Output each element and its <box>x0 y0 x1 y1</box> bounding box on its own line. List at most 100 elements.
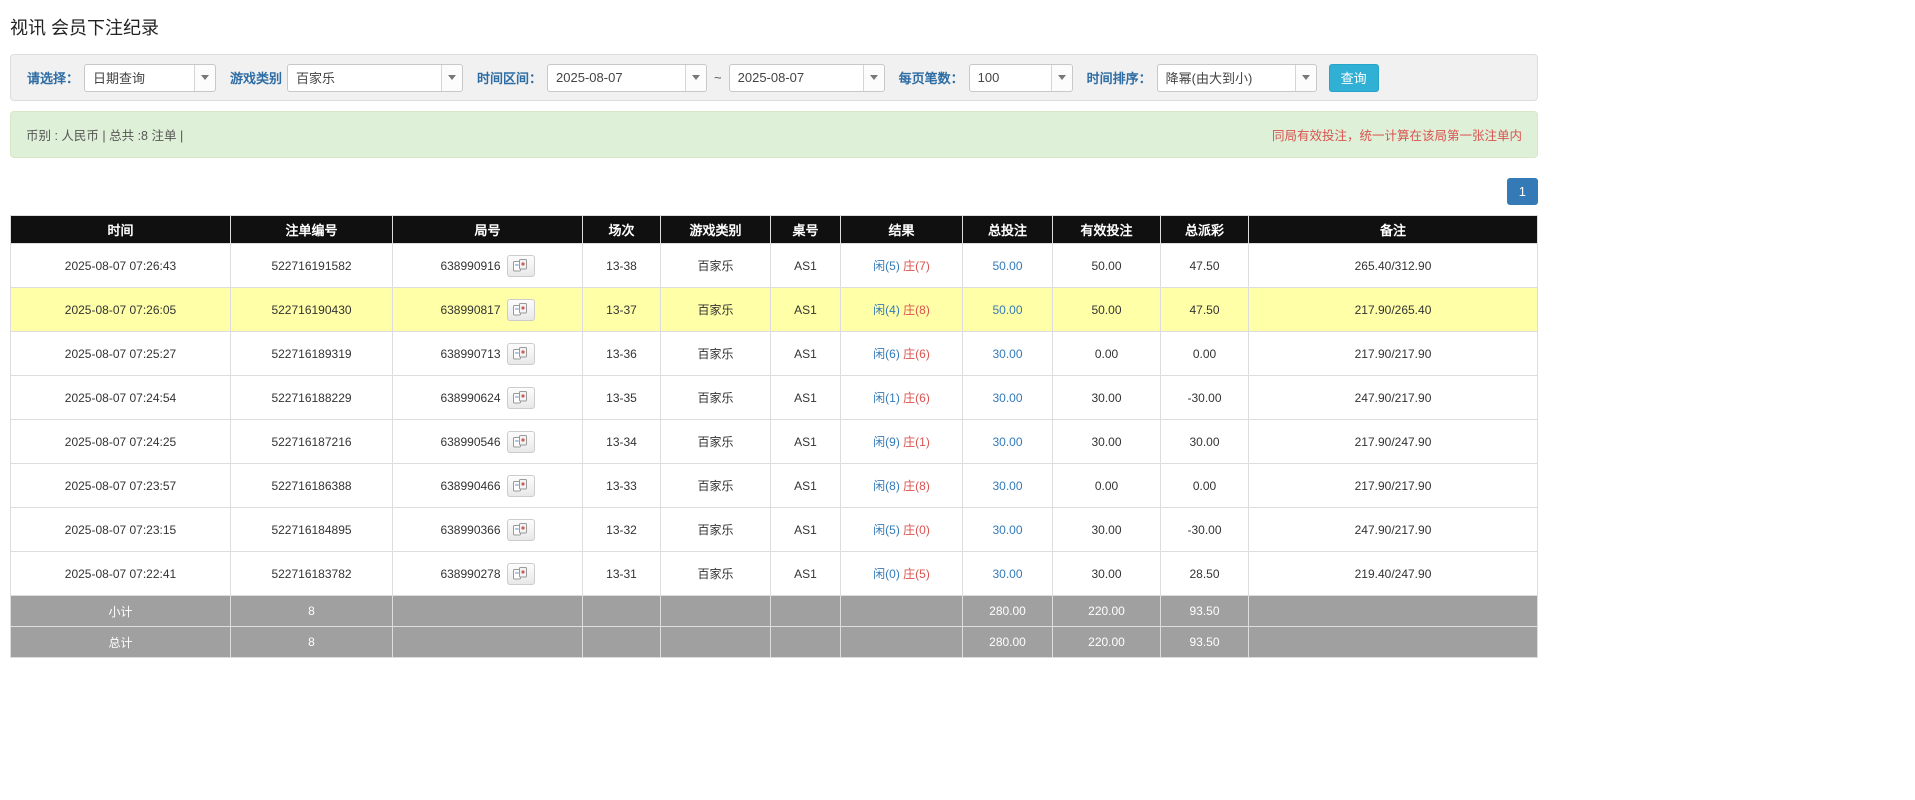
round-result-button[interactable] <box>507 431 535 453</box>
table-number-cell: AS1 <box>771 508 841 552</box>
time-cell: 2025-08-07 07:23:57 <box>11 464 231 508</box>
table-row: 2025-08-07 07:22:41 522716183782 6389902… <box>11 552 1538 596</box>
round-cell: 638990624 <box>393 376 583 420</box>
game-type-cell: 百家乐 <box>661 244 771 288</box>
column-header: 总派彩 <box>1161 216 1249 244</box>
round-cell: 638990916 <box>393 244 583 288</box>
payout-cell: 0.00 <box>1161 464 1249 508</box>
sort-order-label: 时间排序： <box>1087 68 1152 87</box>
currency-total-text: 币别 : 人民币 | 总共 :8 注单 | <box>26 125 183 144</box>
banker-result: 庄(6) <box>903 347 930 361</box>
round-cell: 638990366 <box>393 508 583 552</box>
summary-empty-round <box>393 596 583 627</box>
bet-id-cell: 522716189319 <box>231 332 393 376</box>
total-bet-link[interactable]: 30.00 <box>992 435 1022 449</box>
table-row: 2025-08-07 07:26:05 522716190430 6389908… <box>11 288 1538 332</box>
total-bet-cell: 30.00 <box>963 376 1053 420</box>
chevron-down-icon[interactable] <box>194 65 215 91</box>
summary-valid-bet: 220.00 <box>1053 627 1161 658</box>
total-bet-cell: 50.00 <box>963 288 1053 332</box>
chevron-down-icon[interactable] <box>863 65 884 91</box>
banker-result: 庄(6) <box>903 391 930 405</box>
total-bet-link[interactable]: 30.00 <box>992 567 1022 581</box>
pagination-page-1[interactable]: 1 <box>1507 178 1538 205</box>
round-number: 638990466 <box>440 479 500 493</box>
table-number-cell: AS1 <box>771 288 841 332</box>
column-header: 桌号 <box>771 216 841 244</box>
bet-id-cell: 522716183782 <box>231 552 393 596</box>
total-bet-link[interactable]: 30.00 <box>992 523 1022 537</box>
summary-count: 8 <box>231 627 393 658</box>
session-cell: 13-36 <box>583 332 661 376</box>
summary-row: 小计 8 280.00 220.00 93.50 <box>11 596 1538 627</box>
round-result-button[interactable] <box>507 563 535 585</box>
banker-result: 庄(8) <box>903 479 930 493</box>
time-cell: 2025-08-07 07:22:41 <box>11 552 231 596</box>
round-result-button[interactable] <box>507 255 535 277</box>
summary-empty-table <box>771 596 841 627</box>
banker-result: 庄(8) <box>903 303 930 317</box>
bet-id-cell: 522716186388 <box>231 464 393 508</box>
total-bet-link[interactable]: 30.00 <box>992 479 1022 493</box>
total-bet-link[interactable]: 50.00 <box>992 259 1022 273</box>
total-bet-cell: 30.00 <box>963 508 1053 552</box>
table-header-row: 时间注单编号局号场次游戏类别桌号结果总投注有效投注总派彩备注 <box>11 216 1538 244</box>
date-to-select[interactable]: 2025-08-07 <box>729 64 885 92</box>
round-number: 638990546 <box>440 435 500 449</box>
bet-id-cell: 522716191582 <box>231 244 393 288</box>
table-row: 2025-08-07 07:26:43 522716191582 6389909… <box>11 244 1538 288</box>
select-type-label: 请选择： <box>27 68 79 87</box>
game-type-select[interactable]: 百家乐 <box>287 64 463 92</box>
round-result-button[interactable] <box>507 475 535 497</box>
game-type-cell: 百家乐 <box>661 552 771 596</box>
session-cell: 13-34 <box>583 420 661 464</box>
column-header: 时间 <box>11 216 231 244</box>
query-type-value: 日期查询 <box>85 65 194 91</box>
summary-payout: 93.50 <box>1161 596 1249 627</box>
result-cards-icon <box>513 435 528 448</box>
chevron-down-icon[interactable] <box>1295 65 1316 91</box>
search-button[interactable]: 查询 <box>1329 64 1379 92</box>
total-bet-link[interactable]: 50.00 <box>992 303 1022 317</box>
page-size-select[interactable]: 100 <box>969 64 1073 92</box>
chevron-down-icon[interactable] <box>685 65 706 91</box>
summary-bar: 币别 : 人民币 | 总共 :8 注单 | 同局有效投注，统一计算在该局第一张注… <box>10 111 1538 158</box>
round-result-button[interactable] <box>507 519 535 541</box>
result-cards-icon <box>513 567 528 580</box>
remark-cell: 265.40/312.90 <box>1249 244 1538 288</box>
summary-empty-result <box>841 627 963 658</box>
date-from-select[interactable]: 2025-08-07 <box>547 64 707 92</box>
table-row: 2025-08-07 07:24:25 522716187216 6389905… <box>11 420 1538 464</box>
result-cell: 闲(4) 庄(8) <box>841 288 963 332</box>
player-result: 闲(5) <box>873 523 900 537</box>
round-result-button[interactable] <box>507 387 535 409</box>
valid-bet-cell: 50.00 <box>1053 244 1161 288</box>
chevron-down-icon[interactable] <box>1051 65 1072 91</box>
total-bet-link[interactable]: 30.00 <box>992 347 1022 361</box>
round-number: 638990366 <box>440 523 500 537</box>
sort-order-select[interactable]: 降幂(由大到小) <box>1157 64 1317 92</box>
remark-cell: 247.90/217.90 <box>1249 508 1538 552</box>
summary-empty-remark <box>1249 627 1538 658</box>
filter-bar: 请选择： 日期查询 游戏类别 百家乐 时间区间： 2025-08-07 ~ 20… <box>10 54 1538 101</box>
result-cards-icon <box>513 391 528 404</box>
round-result-button[interactable] <box>507 343 535 365</box>
round-result-button[interactable] <box>507 299 535 321</box>
total-bet-cell: 30.00 <box>963 464 1053 508</box>
time-cell: 2025-08-07 07:23:15 <box>11 508 231 552</box>
table-number-cell: AS1 <box>771 552 841 596</box>
summary-empty-game <box>661 627 771 658</box>
table-number-cell: AS1 <box>771 464 841 508</box>
game-type-cell: 百家乐 <box>661 464 771 508</box>
summary-empty-result <box>841 596 963 627</box>
result-cell: 闲(5) 庄(0) <box>841 508 963 552</box>
summary-count: 8 <box>231 596 393 627</box>
page-size-label: 每页笔数： <box>899 68 964 87</box>
result-cell: 闲(1) 庄(6) <box>841 376 963 420</box>
query-type-select[interactable]: 日期查询 <box>84 64 216 92</box>
game-type-cell: 百家乐 <box>661 376 771 420</box>
chevron-down-icon[interactable] <box>441 65 462 91</box>
result-cell: 闲(8) 庄(8) <box>841 464 963 508</box>
total-bet-link[interactable]: 30.00 <box>992 391 1022 405</box>
column-header: 结果 <box>841 216 963 244</box>
